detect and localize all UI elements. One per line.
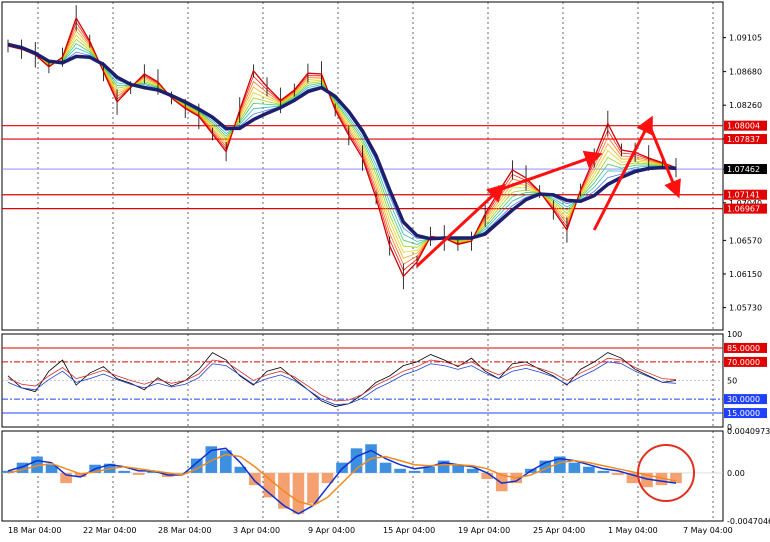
x-tick-label: 18 Mar 04:00 <box>8 526 61 535</box>
histogram-bar <box>408 470 421 473</box>
y-tick-label: 1.08680 <box>729 68 762 77</box>
x-tick-label: 25 Apr 04:00 <box>533 526 585 535</box>
x-tick-label: 9 Apr 04:00 <box>308 526 355 535</box>
osc-level-tag-text: 30.0000 <box>727 395 760 404</box>
histogram-bar <box>292 472 305 514</box>
hist-y-tick-label: 0.0040973 <box>727 427 770 436</box>
histogram-bar <box>670 472 682 484</box>
hist-y-tick-label: 0.00 <box>727 469 745 478</box>
osc-y-tick-label: 50 <box>727 377 737 386</box>
panel-frame-3 <box>1 430 724 522</box>
histogram-bar <box>568 462 581 473</box>
level-tag-text: 1.08004 <box>727 122 760 131</box>
histogram-bar <box>466 468 479 473</box>
hist-y-tick-label: -0.0047046 <box>727 517 770 526</box>
x-tick-label: 19 Apr 04:00 <box>458 526 510 535</box>
y-tick-label: 1.08260 <box>729 101 762 110</box>
level-tag-text: 1.06967 <box>727 205 760 214</box>
osc-level-tag-text: 15.0000 <box>727 409 760 418</box>
osc-level-tag-text: 85.0000 <box>727 344 760 353</box>
histogram-bar <box>132 472 145 475</box>
y-tick-label: 1.06570 <box>729 236 762 245</box>
osc-y-tick-label: 100 <box>727 330 742 339</box>
chart-svg: 18 Mar 04:00 22 Mar 04:00 28 Mar 04:00 3 Ap… <box>1 1 770 535</box>
histogram-bar <box>336 462 348 473</box>
chart-root: 18 Mar 04:00 22 Mar 04:00 28 Mar 04:00 3 Ap… <box>0 0 770 538</box>
level-tag-text: 1.07141 <box>727 191 760 200</box>
y-tick-label: 1.05730 <box>729 304 762 313</box>
histogram-bar <box>118 470 130 473</box>
x-tick-label: 28 Mar 04:00 <box>158 526 211 535</box>
histogram-bar <box>583 466 595 473</box>
y-tick-label: 1.09105 <box>729 34 762 43</box>
current-price-text: 1.07462 <box>727 165 760 174</box>
histogram-bar <box>307 472 319 504</box>
x-tick-label: 22 Mar 04:00 <box>83 526 136 535</box>
y-tick-label: 1.06150 <box>729 270 762 279</box>
x-tick-label: 3 Apr 04:00 <box>233 526 280 535</box>
histogram-bar <box>379 462 392 473</box>
histogram-bar <box>612 472 624 475</box>
x-tick-label: 1 May 04:00 <box>608 526 658 535</box>
x-tick-label: 7 May 04:00 <box>683 526 733 535</box>
histogram-bar <box>597 470 610 473</box>
osc-level-tag-text: 70.0000 <box>727 358 760 367</box>
level-tag-text: 1.07837 <box>727 135 760 144</box>
x-tick-label: 15 Apr 04:00 <box>383 526 435 535</box>
histogram-bar <box>394 468 406 473</box>
